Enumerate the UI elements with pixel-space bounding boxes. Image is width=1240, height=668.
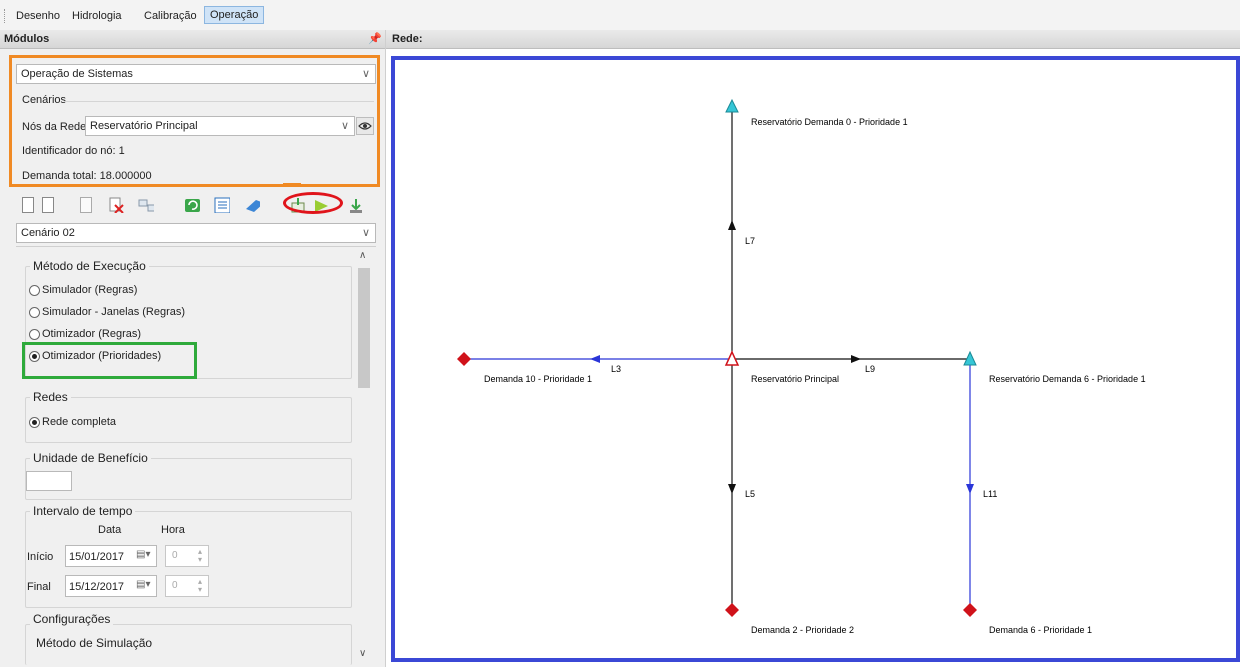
scenarios-divider: [64, 101, 374, 102]
radio-rede-completa[interactable]: [29, 417, 40, 428]
settings-title: Configurações: [30, 612, 114, 626]
simulation-method-label: Método de Simulação: [36, 636, 153, 650]
demand-node-icon[interactable]: [725, 603, 739, 617]
scenarios-label: Cenários: [22, 94, 67, 106]
network-panel-title: Rede:: [392, 33, 423, 45]
modules-panel: Módulos 📌 Operação de Sistemas ∨ Cenário…: [0, 30, 386, 667]
import-icon[interactable]: [348, 197, 364, 213]
chevron-down-icon: ∨: [361, 68, 370, 80]
link-icon[interactable]: [138, 197, 154, 213]
arrow-right-icon: [851, 355, 861, 363]
total-demand-text: Demanda total: 18.000000: [22, 170, 152, 182]
copy-doc-icon[interactable]: [42, 197, 54, 213]
highlight-marker-orange: [283, 183, 301, 187]
eraser-icon[interactable]: [244, 197, 260, 213]
network-nodes-label: Nós da Rede: [22, 121, 87, 133]
reservoir-icon[interactable]: [725, 98, 739, 113]
refresh-icon[interactable]: [184, 197, 200, 213]
link-label-l9: L9: [865, 364, 875, 374]
page-icon[interactable]: [80, 197, 92, 213]
spinner-arrows-icon[interactable]: ▴ ▾: [198, 548, 202, 564]
scenario-select[interactable]: Cenário 02 ∨: [16, 223, 376, 243]
option-simulador-janelas: Simulador - Janelas (Regras): [42, 306, 186, 318]
demand-node-icon[interactable]: [457, 352, 471, 366]
execution-method-title: Método de Execução: [30, 259, 149, 273]
networks-title: Redes: [30, 390, 71, 404]
link-label-l11: L11: [983, 489, 997, 499]
arrow-down-icon: [966, 484, 974, 494]
calendar-icon[interactable]: ▤▾: [136, 579, 150, 590]
scenario-select-value: Cenário 02: [21, 227, 75, 239]
list-icon[interactable]: [214, 197, 230, 213]
chevron-down-icon: ∨: [340, 120, 349, 132]
node-label-res-demanda6: Reservatório Demanda 6 - Prioridade 1: [989, 374, 1146, 384]
modules-panel-title: Módulos: [4, 33, 50, 45]
scroll-up-icon[interactable]: ∧: [359, 250, 366, 261]
link-label-l3: L3: [611, 364, 621, 374]
network-nodes-select[interactable]: Reservatório Principal ∨: [85, 116, 355, 136]
menu-bar: Desenho Hidrologia Calibração Operação: [0, 0, 1240, 31]
radio-otimizador-regras[interactable]: [29, 329, 40, 340]
menu-desenho[interactable]: Desenho: [12, 8, 64, 24]
calendar-icon[interactable]: ▤▾: [136, 549, 150, 560]
end-date-picker[interactable]: 15/12/2017 ▤▾: [65, 575, 157, 597]
arrow-up-icon: [728, 220, 736, 230]
module-select[interactable]: Operação de Sistemas ∨: [16, 64, 376, 84]
network-panel-header: Rede:: [386, 30, 1240, 49]
menu-hidrologia[interactable]: Hidrologia: [68, 8, 126, 24]
start-hour-value: 0: [172, 550, 178, 561]
option-otimizador-regras: Otimizador (Regras): [42, 328, 142, 340]
chevron-down-icon: ∨: [361, 227, 370, 239]
network-diagram: L7 L3 L9 L5 L11 Reservatório Demanda 0 -…: [457, 98, 1146, 635]
arrow-down-icon: [728, 484, 736, 494]
end-date-value: 15/12/2017: [69, 581, 125, 593]
node-label-res-demanda0: Reservatório Demanda 0 - Prioridade 1: [751, 117, 908, 127]
pin-icon[interactable]: 📌: [368, 32, 382, 45]
highlight-box-green: [22, 342, 197, 379]
new-doc-icon[interactable]: [22, 197, 34, 213]
radio-simulador-regras[interactable]: [29, 285, 40, 296]
start-date-picker[interactable]: 15/01/2017 ▤▾: [65, 545, 157, 567]
node-label-demanda2: Demanda 2 - Prioridade 2: [751, 625, 854, 635]
hour-column-label: Hora: [161, 524, 185, 536]
eye-button[interactable]: [356, 117, 374, 135]
date-column-label: Data: [98, 524, 122, 536]
time-interval-title: Intervalo de tempo: [30, 504, 136, 518]
modules-panel-header: Módulos 📌: [0, 30, 385, 49]
option-rede-completa: Rede completa: [42, 416, 116, 428]
radio-simulador-janelas[interactable]: [29, 307, 40, 318]
arrow-left-icon: [590, 355, 600, 363]
end-hour-value: 0: [172, 580, 178, 591]
demand-node-icon[interactable]: [963, 603, 977, 617]
node-label-res-principal: Reservatório Principal: [751, 374, 839, 384]
node-id-text: Identificador do nó: 1: [22, 145, 125, 157]
scroll-down-icon[interactable]: ∨: [359, 648, 366, 659]
start-hour-spinner[interactable]: 0 ▴ ▾: [165, 545, 209, 567]
start-label: Início: [27, 551, 54, 563]
network-canvas[interactable]: L7 L3 L9 L5 L11 Reservatório Demanda 0 -…: [391, 56, 1240, 662]
benefit-unit-title: Unidade de Benefício: [30, 451, 151, 465]
menu-grip: [4, 9, 7, 23]
link-label-l5: L5: [745, 489, 755, 499]
node-label-demanda10: Demanda 10 - Prioridade 1: [484, 374, 592, 384]
delete-doc-icon[interactable]: [108, 197, 124, 213]
menu-operacao[interactable]: Operação: [204, 6, 265, 24]
end-hour-spinner[interactable]: 0 ▴ ▾: [165, 575, 209, 597]
spinner-arrows-icon[interactable]: ▴ ▾: [198, 578, 202, 594]
module-select-value: Operação de Sistemas: [21, 68, 133, 80]
highlight-ellipse-red: [283, 192, 343, 214]
benefit-unit-input[interactable]: [26, 471, 72, 491]
eye-icon: [358, 122, 372, 130]
network-nodes-value: Reservatório Principal: [90, 120, 198, 132]
menu-calibracao[interactable]: Calibração: [140, 8, 201, 24]
node-label-demanda6: Demanda 6 - Prioridade 1: [989, 625, 1092, 635]
scroll-thumb[interactable]: [358, 268, 370, 388]
option-simulador-regras: Simulador (Regras): [42, 284, 138, 296]
start-date-value: 15/01/2017: [69, 551, 125, 563]
link-label-l7: L7: [745, 236, 755, 246]
end-label: Final: [27, 581, 51, 593]
options-scrollbar[interactable]: ∧ ∨: [356, 248, 372, 663]
